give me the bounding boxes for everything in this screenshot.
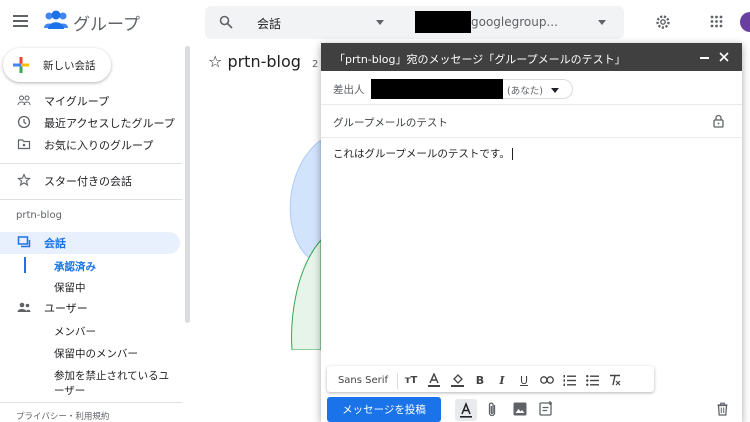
- compose-title: 「prtn-blog」宛のメッセージ「グループメールのテスト」: [334, 53, 626, 66]
- minimize-icon[interactable]: [700, 57, 709, 59]
- privacy-terms-link[interactable]: プライバシー・利用規約: [16, 410, 109, 422]
- search-scope[interactable]: 会話: [257, 15, 281, 32]
- illustration: [280, 140, 324, 350]
- sidebar-item-users[interactable]: ユーザー: [0, 297, 180, 319]
- sidebar-scrollbar[interactable]: [185, 46, 190, 323]
- page-title: ☆ prtn-blog 2 ノ: [208, 52, 332, 71]
- subject-field[interactable]: グループメールのテスト: [333, 115, 448, 130]
- chevron-down-icon: [551, 88, 559, 93]
- sender-selector[interactable]: (あなた): [503, 79, 573, 99]
- active-sub-indicator: [24, 257, 26, 273]
- insert-photo-icon[interactable]: [513, 402, 527, 416]
- numbered-list-icon[interactable]: [559, 370, 579, 390]
- bold-icon[interactable]: B: [470, 370, 490, 390]
- folder-star-icon: [17, 137, 33, 153]
- from-label: 差出人: [333, 84, 365, 96]
- sidebar-sub-pending[interactable]: 保留中: [54, 280, 86, 295]
- attach-icon[interactable]: [487, 401, 497, 418]
- main-menu-icon[interactable]: [13, 14, 29, 28]
- group-name-heading: prtn-blog: [16, 210, 62, 221]
- groups-logo-icon: [43, 10, 69, 32]
- text-cursor: [511, 148, 513, 160]
- bulleted-list-icon[interactable]: [582, 370, 602, 390]
- link-icon[interactable]: [537, 370, 557, 390]
- text-color-icon[interactable]: [424, 370, 444, 390]
- sidebar-divider: [0, 163, 182, 164]
- search-domain[interactable]: googlegroup...: [471, 15, 558, 29]
- sidebar-item-favorite-groups[interactable]: お気に入りのグループ: [0, 134, 180, 156]
- sidebar-sub-members[interactable]: メンバー: [54, 324, 96, 339]
- sidebar: 新しい会話 マイグループ 最近アクセスしたグループ お気に入りのグループ スター…: [0, 44, 192, 422]
- domain-dropdown-icon[interactable]: [598, 20, 606, 25]
- font-size-icon[interactable]: тT: [401, 370, 421, 390]
- toolbar-divider: [397, 373, 398, 389]
- from-row: 差出人 (あなた): [321, 71, 742, 105]
- search-bar[interactable]: 会話 googlegroup...: [205, 6, 624, 39]
- new-conversation-button[interactable]: 新しい会話: [3, 48, 111, 82]
- clock-icon: [17, 115, 33, 131]
- highlight-icon[interactable]: [447, 370, 467, 390]
- sidebar-sub-pending-members[interactable]: 保留中のメンバー: [54, 346, 138, 361]
- redacted-sender: [371, 79, 503, 99]
- font-family-select[interactable]: Sans Serif: [333, 370, 393, 390]
- settings-gear-icon[interactable]: [655, 14, 671, 30]
- formatting-toggle-icon[interactable]: [455, 399, 477, 421]
- group-title: prtn-blog: [227, 52, 301, 71]
- italic-icon[interactable]: I: [492, 370, 512, 390]
- sidebar-divider: [0, 199, 182, 200]
- sidebar-item-conversations[interactable]: 会話: [0, 232, 180, 254]
- message-body-text: これはグループメールのテストです。: [333, 148, 510, 160]
- sidebar-sub-approved[interactable]: 承認済み: [54, 259, 96, 274]
- sidebar-item-recent-groups[interactable]: 最近アクセスしたグループ: [0, 112, 180, 134]
- lock-icon[interactable]: [713, 114, 724, 128]
- sidebar-item-label: ユーザー: [44, 302, 88, 315]
- apps-grid-icon[interactable]: [710, 15, 723, 28]
- compose-window: 「prtn-blog」宛のメッセージ「グループメールのテスト」 差出人 (あなた…: [321, 43, 742, 422]
- plus-icon: [12, 56, 30, 74]
- search-icon[interactable]: [219, 15, 233, 29]
- sidebar-item-label: マイグループ: [44, 95, 110, 108]
- insert-event-icon[interactable]: [539, 400, 554, 416]
- redacted-group-name: [415, 11, 471, 33]
- star-icon[interactable]: ☆: [208, 52, 222, 71]
- top-bar: グループ 会話 googlegroup...: [0, 0, 750, 44]
- sidebar-item-my-groups[interactable]: マイグループ: [0, 90, 180, 112]
- users-icon: [17, 300, 33, 316]
- clear-formatting-icon[interactable]: [605, 370, 625, 390]
- sidebar-sub-banned-users[interactable]: 参加を禁止されているユ: [54, 368, 169, 383]
- post-message-button[interactable]: メッセージを投稿: [327, 397, 441, 422]
- scope-dropdown-icon[interactable]: [376, 20, 384, 25]
- sidebar-item-label: 会話: [44, 237, 66, 250]
- sidebar-footer-divider: [0, 402, 182, 403]
- people-icon: [17, 93, 33, 109]
- conversation-icon: [17, 235, 33, 251]
- new-conversation-label: 新しい会話: [43, 60, 96, 72]
- sidebar-item-label: スター付きの会話: [44, 175, 132, 188]
- sidebar-item-label: 最近アクセスしたグループ: [44, 117, 175, 130]
- from-you-label: (あなた): [507, 86, 543, 97]
- compose-header: 「prtn-blog」宛のメッセージ「グループメールのテスト」: [321, 43, 742, 71]
- underline-icon[interactable]: U: [514, 370, 534, 390]
- app-title: グループ: [73, 15, 140, 35]
- subject-row[interactable]: グループメールのテスト: [321, 105, 742, 138]
- close-icon[interactable]: [719, 52, 729, 62]
- sidebar-item-starred[interactable]: スター付きの会話: [0, 170, 180, 192]
- account-avatar[interactable]: [740, 12, 750, 32]
- delete-draft-icon[interactable]: [717, 402, 728, 416]
- sidebar-sub-banned-users-cont[interactable]: ーザー: [54, 383, 85, 398]
- star-icon: [17, 173, 33, 189]
- sidebar-item-label: お気に入りのグループ: [44, 139, 154, 152]
- message-body[interactable]: これはグループメールのテストです。: [333, 146, 733, 356]
